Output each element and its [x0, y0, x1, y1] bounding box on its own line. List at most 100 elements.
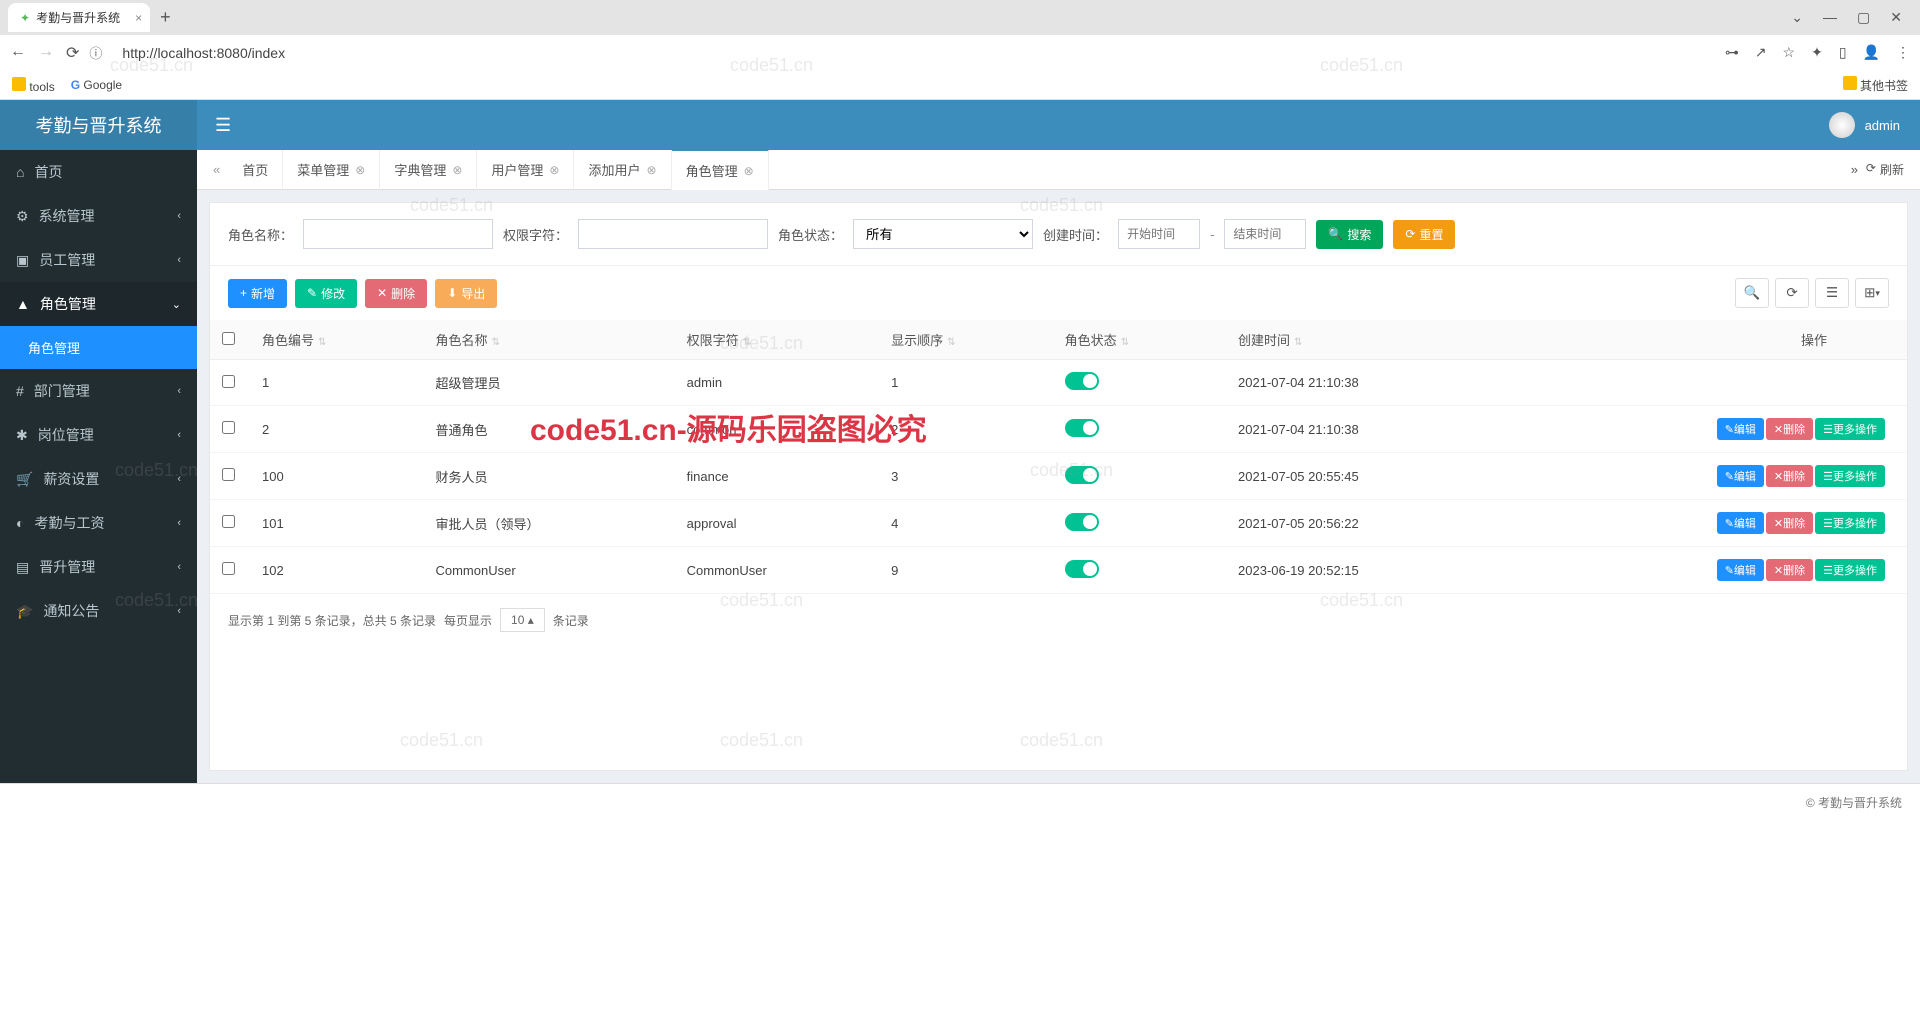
content-tab[interactable]: 字典管理⊗: [380, 149, 477, 190]
sidebar-item-home[interactable]: ⌂首页: [0, 150, 197, 194]
tab-close-icon[interactable]: ⊗: [744, 164, 754, 178]
column-header[interactable]: 权限字符⇅: [675, 320, 879, 360]
reload-button[interactable]: ⟳: [66, 43, 79, 63]
row-delete-button[interactable]: ✕删除: [1766, 418, 1813, 440]
cell-name: CommonUser: [423, 547, 674, 594]
export-button[interactable]: ⬇ 导出: [435, 279, 497, 308]
bookmark-tools[interactable]: tools: [12, 77, 55, 94]
forward-button[interactable]: →: [38, 43, 54, 63]
sidebar-toggle[interactable]: ☰: [197, 115, 249, 136]
perm-char-input[interactable]: [578, 219, 768, 249]
chevron-down-icon: ⌄: [172, 298, 181, 311]
row-delete-button[interactable]: ✕删除: [1766, 465, 1813, 487]
sidebar-item-grad[interactable]: 🎓通知公告‹: [0, 589, 197, 633]
delete-button[interactable]: ✕ 删除: [365, 279, 427, 308]
status-toggle[interactable]: [1065, 372, 1099, 390]
info-icon[interactable]: ⓘ: [89, 43, 102, 62]
sidebar-item-hash[interactable]: #部门管理‹: [0, 369, 197, 413]
status-select[interactable]: 所有: [853, 219, 1033, 249]
sidebar-item-star[interactable]: ✱岗位管理‹: [0, 413, 197, 457]
sidebar-sub-item[interactable]: 角色管理: [0, 326, 197, 369]
column-header[interactable]: 显示顺序⇅: [879, 320, 1052, 360]
end-date-input[interactable]: [1224, 219, 1306, 249]
refresh-icon-button[interactable]: ⟳: [1775, 278, 1809, 308]
row-checkbox[interactable]: [222, 562, 235, 575]
back-button[interactable]: ←: [10, 43, 26, 63]
row-more-button[interactable]: ☰更多操作: [1815, 465, 1885, 487]
chevron-down-icon[interactable]: ⌄: [1791, 9, 1803, 26]
bookmark-google[interactable]: G Google: [71, 78, 122, 92]
panel-icon[interactable]: ▯: [1839, 44, 1847, 61]
sidebar-item-gear[interactable]: ⚙系统管理‹: [0, 194, 197, 238]
row-more-button[interactable]: ☰更多操作: [1815, 418, 1885, 440]
grid-icon-button[interactable]: ⊞ ▾: [1855, 278, 1889, 308]
browser-tab[interactable]: ✦ 考勤与晋升系统 ×: [8, 3, 150, 32]
close-icon[interactable]: ×: [135, 11, 142, 25]
tab-close-icon[interactable]: ⊗: [355, 163, 365, 177]
start-date-input[interactable]: [1118, 219, 1200, 249]
copyright: © 考勤与晋升系统: [1806, 796, 1902, 810]
tab-label: 用户管理: [491, 160, 543, 179]
add-button[interactable]: + 新增: [228, 279, 287, 308]
search-icon-button[interactable]: 🔍: [1735, 278, 1769, 308]
status-toggle[interactable]: [1065, 513, 1099, 531]
close-window-icon[interactable]: ✕: [1890, 9, 1902, 26]
role-name-input[interactable]: [303, 219, 493, 249]
content-tab[interactable]: 菜单管理⊗: [283, 149, 380, 190]
url-input[interactable]: http://localhost:8080/index: [112, 39, 1714, 67]
row-checkbox[interactable]: [222, 421, 235, 434]
content-tab[interactable]: 角色管理⊗: [672, 149, 769, 190]
column-header[interactable]: 角色状态⇅: [1053, 320, 1226, 360]
row-delete-button[interactable]: ✕删除: [1766, 512, 1813, 534]
profile-icon[interactable]: 👤: [1863, 44, 1880, 61]
tab-close-icon[interactable]: ⊗: [549, 163, 559, 177]
status-toggle[interactable]: [1065, 419, 1099, 437]
columns-icon-button[interactable]: ☰: [1815, 278, 1849, 308]
row-delete-button[interactable]: ✕删除: [1766, 559, 1813, 581]
reset-button[interactable]: ⟳ 重置: [1393, 220, 1455, 249]
column-header[interactable]: 角色名称⇅: [423, 320, 674, 360]
row-edit-button[interactable]: ✎编辑: [1717, 418, 1764, 440]
status-toggle[interactable]: [1065, 466, 1099, 484]
tab-close-icon[interactable]: ⊗: [647, 163, 657, 177]
bookmark-other[interactable]: 其他书签: [1843, 76, 1908, 94]
sidebar-item-role[interactable]: ▲角色管理⌄: [0, 282, 197, 326]
per-page-select[interactable]: 10 ▴: [500, 608, 545, 632]
refresh-button[interactable]: ⟳ 刷新: [1866, 161, 1904, 178]
star-icon[interactable]: ☆: [1783, 44, 1796, 61]
row-edit-button[interactable]: ✎编辑: [1717, 465, 1764, 487]
column-header[interactable]: 创建时间⇅: [1226, 320, 1510, 360]
row-checkbox[interactable]: [222, 468, 235, 481]
tabs-scroll-left[interactable]: «: [205, 162, 228, 177]
menu-icon[interactable]: ⋮: [1896, 44, 1910, 61]
sidebar-item-bars[interactable]: ▤晋升管理‹: [0, 545, 197, 589]
column-header[interactable]: 操作: [1510, 320, 1907, 360]
edit-button[interactable]: ✎ 修改: [295, 279, 357, 308]
app-logo: 考勤与晋升系统: [0, 100, 197, 150]
new-tab-button[interactable]: +: [160, 7, 171, 28]
row-checkbox[interactable]: [222, 515, 235, 528]
column-header[interactable]: 角色编号⇅: [250, 320, 423, 360]
sidebar-item-clock[interactable]: ◐考勤与工资‹: [0, 501, 197, 545]
content-tab[interactable]: 首页: [228, 149, 283, 190]
row-more-button[interactable]: ☰更多操作: [1815, 559, 1885, 581]
sidebar-item-cart[interactable]: 🛒薪资设置‹: [0, 457, 197, 501]
row-edit-button[interactable]: ✎编辑: [1717, 512, 1764, 534]
tabs-scroll-right[interactable]: »: [1851, 162, 1858, 177]
key-icon[interactable]: ⊶: [1725, 44, 1739, 61]
user-section[interactable]: admin: [1829, 112, 1920, 138]
tab-close-icon[interactable]: ⊗: [452, 163, 462, 177]
row-edit-button[interactable]: ✎编辑: [1717, 559, 1764, 581]
puzzle-icon[interactable]: ✦: [1811, 44, 1823, 61]
content-tab[interactable]: 用户管理 ⊗: [477, 149, 574, 190]
sidebar-item-user[interactable]: ▣员工管理‹: [0, 238, 197, 282]
minimize-icon[interactable]: —: [1823, 9, 1837, 26]
search-button[interactable]: 🔍 搜索: [1316, 220, 1383, 249]
share-icon[interactable]: ↗: [1755, 44, 1767, 61]
maximize-icon[interactable]: ▢: [1857, 9, 1870, 26]
status-toggle[interactable]: [1065, 560, 1099, 578]
content-tab[interactable]: 添加用户⊗: [574, 149, 671, 190]
select-all-checkbox[interactable]: [222, 332, 235, 345]
row-checkbox[interactable]: [222, 375, 235, 388]
row-more-button[interactable]: ☰更多操作: [1815, 512, 1885, 534]
